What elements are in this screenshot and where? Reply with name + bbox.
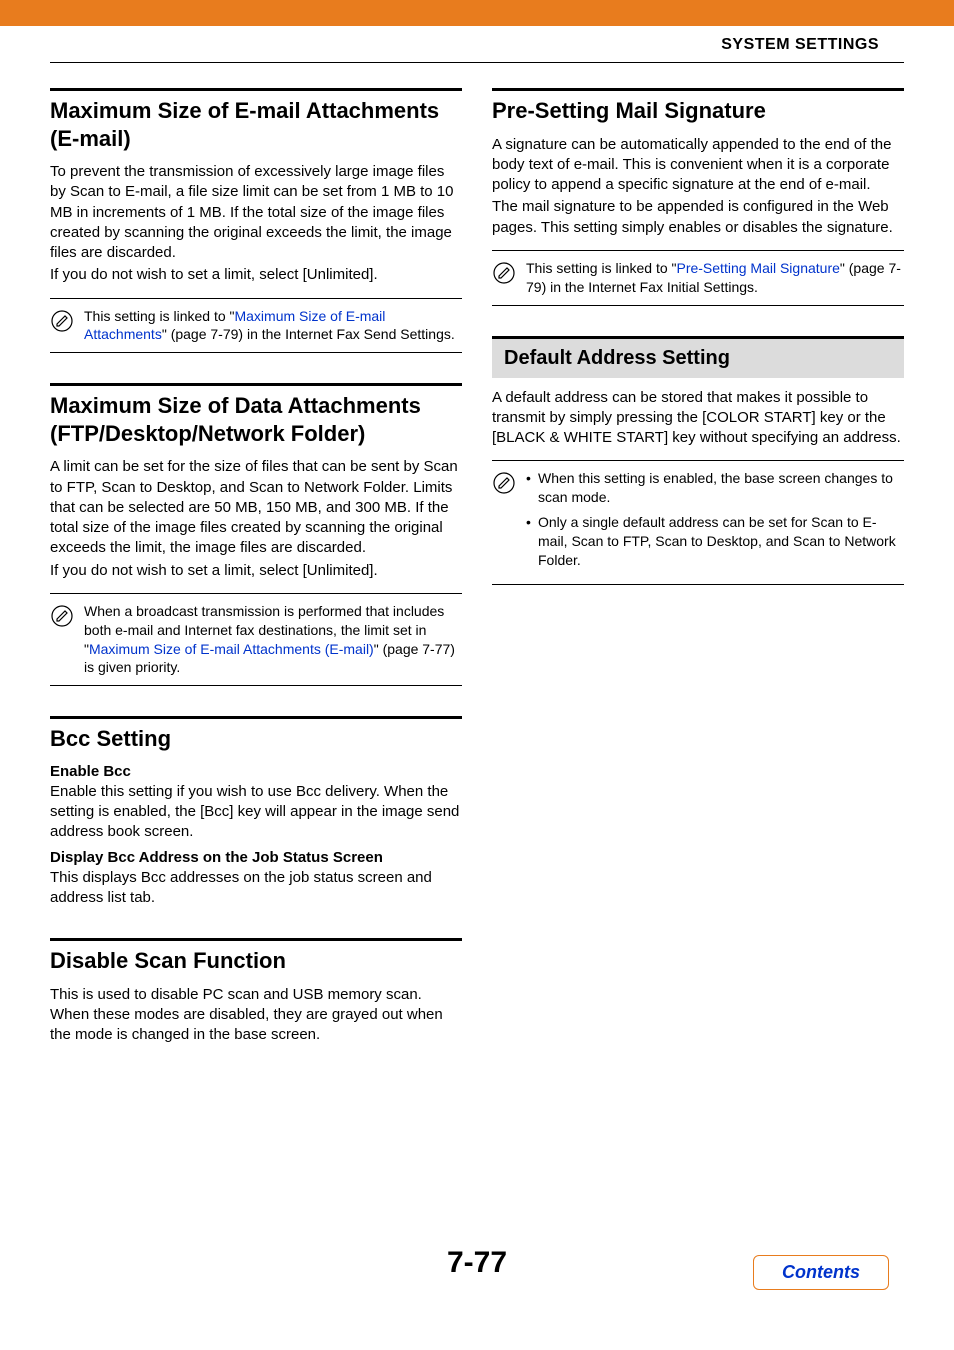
section-title-bar: Default Address Setting — [492, 336, 904, 378]
right-column: Pre-Setting Mail Signature A signature c… — [492, 88, 904, 1075]
subheading-enable-bcc: Enable Bcc — [50, 763, 462, 780]
note-box: This setting is linked to "Pre-Setting M… — [492, 250, 904, 306]
section-rule — [50, 383, 462, 386]
left-column: Maximum Size of E-mail Attachments (E-ma… — [50, 88, 462, 1075]
section-rule — [492, 88, 904, 91]
header-accent-bar — [0, 0, 954, 26]
paragraph: If you do not wish to set a limit, selec… — [50, 265, 462, 285]
paragraph: This displays Bcc addresses on the job s… — [50, 868, 462, 909]
note-text: When a broadcast transmission is perform… — [84, 602, 462, 678]
pencil-circle-icon — [50, 309, 74, 333]
note-bullet-list: When this setting is enabled, the base s… — [526, 469, 904, 575]
bullet-item: When this setting is enabled, the base s… — [526, 469, 904, 507]
note-link[interactable]: Maximum Size of E-mail Attachments (E-ma… — [89, 641, 374, 657]
section-max-email-attachments: Maximum Size of E-mail Attachments (E-ma… — [50, 88, 462, 353]
paragraph: If you do not wish to set a limit, selec… — [50, 561, 462, 581]
section-presetting-signature: Pre-Setting Mail Signature A signature c… — [492, 88, 904, 306]
note-link[interactable]: Pre-Setting Mail Signature — [676, 260, 839, 276]
note-text-pre: This setting is linked to " — [526, 260, 676, 276]
note-text: This setting is linked to "Maximum Size … — [84, 307, 462, 345]
subheading-display-bcc: Display Bcc Address on the Job Status Sc… — [50, 849, 462, 866]
paragraph: A default address can be stored that mak… — [492, 388, 904, 449]
page-header-title: SYSTEM SETTINGS — [0, 26, 954, 62]
paragraph: A signature can be automatically appende… — [492, 135, 904, 196]
section-max-data-attachments: Maximum Size of Data Attachments (FTP/De… — [50, 383, 462, 686]
paragraph: The mail signature to be appended is con… — [492, 197, 904, 238]
section-title: Disable Scan Function — [50, 947, 462, 975]
bullet-item: Only a single default address can be set… — [526, 513, 904, 570]
section-title: Maximum Size of Data Attachments (FTP/De… — [50, 392, 462, 447]
section-rule — [50, 938, 462, 941]
note-box: When a broadcast transmission is perform… — [50, 593, 462, 687]
section-rule — [50, 88, 462, 91]
content-columns: Maximum Size of E-mail Attachments (E-ma… — [0, 63, 954, 1075]
pencil-circle-icon — [50, 604, 74, 628]
pencil-circle-icon — [492, 261, 516, 285]
note-box: When this setting is enabled, the base s… — [492, 460, 904, 584]
paragraph: This is used to disable PC scan and USB … — [50, 985, 462, 1046]
section-title: Bcc Setting — [50, 725, 462, 753]
paragraph: Enable this setting if you wish to use B… — [50, 782, 462, 843]
paragraph: A limit can be set for the size of files… — [50, 457, 462, 558]
section-bcc-setting: Bcc Setting Enable Bcc Enable this setti… — [50, 716, 462, 908]
note-text-pre: This setting is linked to " — [84, 308, 234, 324]
contents-button[interactable]: Contents — [753, 1255, 889, 1290]
section-default-address: Default Address Setting A default addres… — [492, 336, 904, 585]
pencil-circle-icon — [492, 471, 516, 495]
note-box: This setting is linked to "Maximum Size … — [50, 298, 462, 354]
paragraph: To prevent the transmission of excessive… — [50, 162, 462, 263]
section-title: Maximum Size of E-mail Attachments (E-ma… — [50, 97, 462, 152]
section-title: Pre-Setting Mail Signature — [492, 97, 904, 125]
note-text-post: " (page 7-79) in the Internet Fax Send S… — [162, 326, 455, 342]
section-disable-scan: Disable Scan Function This is used to di… — [50, 938, 462, 1045]
note-text: This setting is linked to "Pre-Setting M… — [526, 259, 904, 297]
section-rule — [50, 716, 462, 719]
